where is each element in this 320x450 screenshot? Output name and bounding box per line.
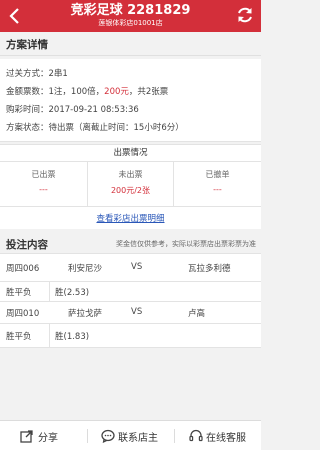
share-button[interactable]: 分享 <box>0 421 87 450</box>
pass-type-row: 过关方式：2串1 <box>6 67 68 79</box>
amount-prefix: 1注，100倍， <box>48 87 105 97</box>
column-divider <box>49 282 50 301</box>
vs-label: VS <box>131 262 143 272</box>
pending-label: 未出票 <box>118 170 143 179</box>
chat-icon <box>101 429 115 443</box>
page-title: 竞彩足球 2281829 <box>70 3 191 18</box>
issued-label: 已出票 <box>31 170 56 179</box>
status-label: 方案状态： <box>6 123 49 133</box>
contact-owner-button[interactable]: 联系店主 <box>88 421 174 450</box>
home-team: 利安尼沙 <box>68 264 103 274</box>
share-label: 分享 <box>38 433 58 444</box>
refresh-icon[interactable] <box>235 5 255 25</box>
purchase-time-row: 购彩时间：2017-09-21 08:53:36 <box>6 103 139 115</box>
issued-value: --- <box>39 185 48 194</box>
away-team: 卢高 <box>188 309 206 319</box>
ticket-status-heading: 出票情况 <box>0 144 261 162</box>
bet-heading-bar: 投注内容 奖金信仅供参考，实际以彩票店出票彩票为准 <box>0 233 261 253</box>
pick-value: 胜(2.53) <box>55 288 90 298</box>
store-name: 莲银体彩店01001店 <box>98 19 163 27</box>
column-divider <box>49 324 50 347</box>
ticket-detail-link-area: 查看彩店出票明细 <box>0 206 261 229</box>
cancelled-value: --- <box>213 185 222 194</box>
status-row: 方案状态：待出票（离截止时间：15小时6分） <box>6 121 184 133</box>
match-row: 周四010 萨拉戈萨 VS 卢高 <box>0 301 261 323</box>
match-row: 周四006 利安尼沙 VS 瓦拉多利德 <box>0 253 261 281</box>
contact-owner-label: 联系店主 <box>118 433 158 444</box>
pending-column: 未出票 200元/2张 <box>87 162 174 206</box>
purchase-time-value: 2017-09-21 08:53:36 <box>48 105 139 115</box>
details-panel: 过关方式：2串1 金额票数：1注，100倍，200元，共2张票 购彩时间：201… <box>0 59 261 142</box>
pick-row: 胜平负 胜(2.53) <box>0 281 261 301</box>
share-icon <box>20 430 33 443</box>
play-type: 胜平负 <box>6 332 32 342</box>
cancelled-column: 已撤单 --- <box>174 162 261 206</box>
home-team: 萨拉戈萨 <box>68 309 103 319</box>
header-bar: 竞彩足球 2281829 莲银体彩店01001店 <box>0 0 261 32</box>
pick-value: 胜(1.83) <box>55 332 90 342</box>
amount-row: 金额票数：1注，100倍，200元，共2张票 <box>6 85 168 97</box>
issued-column: 已出票 --- <box>0 162 87 206</box>
pending-value: 200元/2张 <box>110 186 151 195</box>
bet-heading: 投注内容 <box>6 239 48 251</box>
amount-suffix: ，共2张票 <box>128 87 169 97</box>
online-service-label: 在线客服 <box>206 433 246 444</box>
purchase-time-label: 购彩时间： <box>6 105 49 115</box>
vs-label: VS <box>131 307 143 317</box>
amount-label: 金额票数： <box>6 87 49 97</box>
headset-icon <box>189 429 203 442</box>
match-id: 周四006 <box>6 264 40 274</box>
pass-type-value: 2串1 <box>48 69 68 79</box>
status-value: 待出票（离截止时间：15小时6分） <box>48 123 184 133</box>
pick-row: 胜平负 胜(1.83) <box>0 323 261 348</box>
away-team: 瓦拉多利德 <box>188 264 231 274</box>
bonus-note: 奖金信仅供参考，实际以彩票店出票彩票为准 <box>116 240 256 248</box>
pass-type-label: 过关方式： <box>6 69 49 79</box>
bottom-action-bar: 分享 联系店主 在线客服 <box>0 420 261 450</box>
ticket-status-panel: 出票情况 已出票 --- 未出票 200元/2张 已撤单 --- <box>0 144 261 206</box>
details-heading: 方案详情 <box>6 39 48 51</box>
match-id: 周四010 <box>6 309 40 319</box>
view-ticket-details-link[interactable]: 查看彩店出票明细 <box>0 212 261 224</box>
amount-value: 200元 <box>104 87 129 97</box>
online-service-button[interactable]: 在线客服 <box>175 421 261 450</box>
play-type: 胜平负 <box>6 288 32 298</box>
cancelled-label: 已撤单 <box>205 170 230 179</box>
details-heading-bar: 方案详情 <box>0 32 261 56</box>
